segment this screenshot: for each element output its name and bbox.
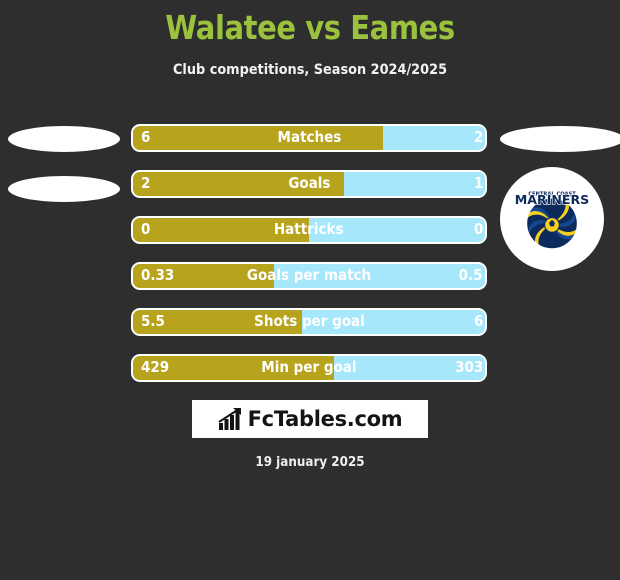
away-team-crest-top [500, 126, 620, 152]
away-segment [273, 264, 485, 288]
bar-chart-icon [218, 408, 241, 430]
stat-row-hattricks: 0 0 Hattricks [131, 216, 493, 248]
away-segment [382, 126, 485, 150]
away-segment [301, 310, 485, 334]
stat-bar [131, 124, 487, 152]
home-team-crest-top [8, 126, 120, 152]
home-segment [133, 172, 345, 196]
stat-comparison-card: Walatee vs Eames Club competitions, Seas… [0, 0, 620, 580]
home-segment [133, 218, 309, 242]
stat-row-shots-per-goal: 5.5 6 Shots per goal [131, 308, 493, 340]
stat-bar [131, 262, 487, 290]
away-team-crest: CENTRAL COAST MARINERS [500, 167, 604, 271]
stat-row-matches: 6 2 Matches [131, 124, 493, 156]
page-title: Walatee vs Eames [165, 8, 455, 47]
page-subtitle: Club competitions, Season 2024/2025 [172, 62, 448, 78]
home-segment [133, 310, 302, 334]
stat-bar [131, 170, 487, 198]
home-segment [133, 126, 383, 150]
stat-row-min-per-goal: 429 303 Min per goal [131, 354, 493, 386]
svg-text:MARINERS: MARINERS [515, 192, 589, 207]
fctables-label: FcTables.com [247, 407, 403, 431]
stat-bar [131, 308, 487, 336]
home-segment [133, 356, 334, 380]
report-date: 19 january 2025 [255, 455, 365, 470]
away-segment [333, 356, 485, 380]
stat-bar [131, 354, 487, 382]
stats-bar-list: 6 2 Matches 2 1 Goals 0 0 Hattricks 0.33… [131, 124, 493, 400]
stat-row-goals-per-match: 0.33 0.5 Goals per match [131, 262, 493, 294]
home-team-crest [8, 176, 120, 202]
away-segment [344, 172, 485, 196]
away-segment [309, 218, 485, 242]
stat-bar [131, 216, 487, 244]
home-segment [133, 264, 274, 288]
stat-row-goals: 2 1 Goals [131, 170, 493, 202]
central-coast-mariners-crest-icon: CENTRAL COAST MARINERS [515, 191, 589, 251]
fctables-logo[interactable]: FcTables.com [192, 400, 428, 438]
